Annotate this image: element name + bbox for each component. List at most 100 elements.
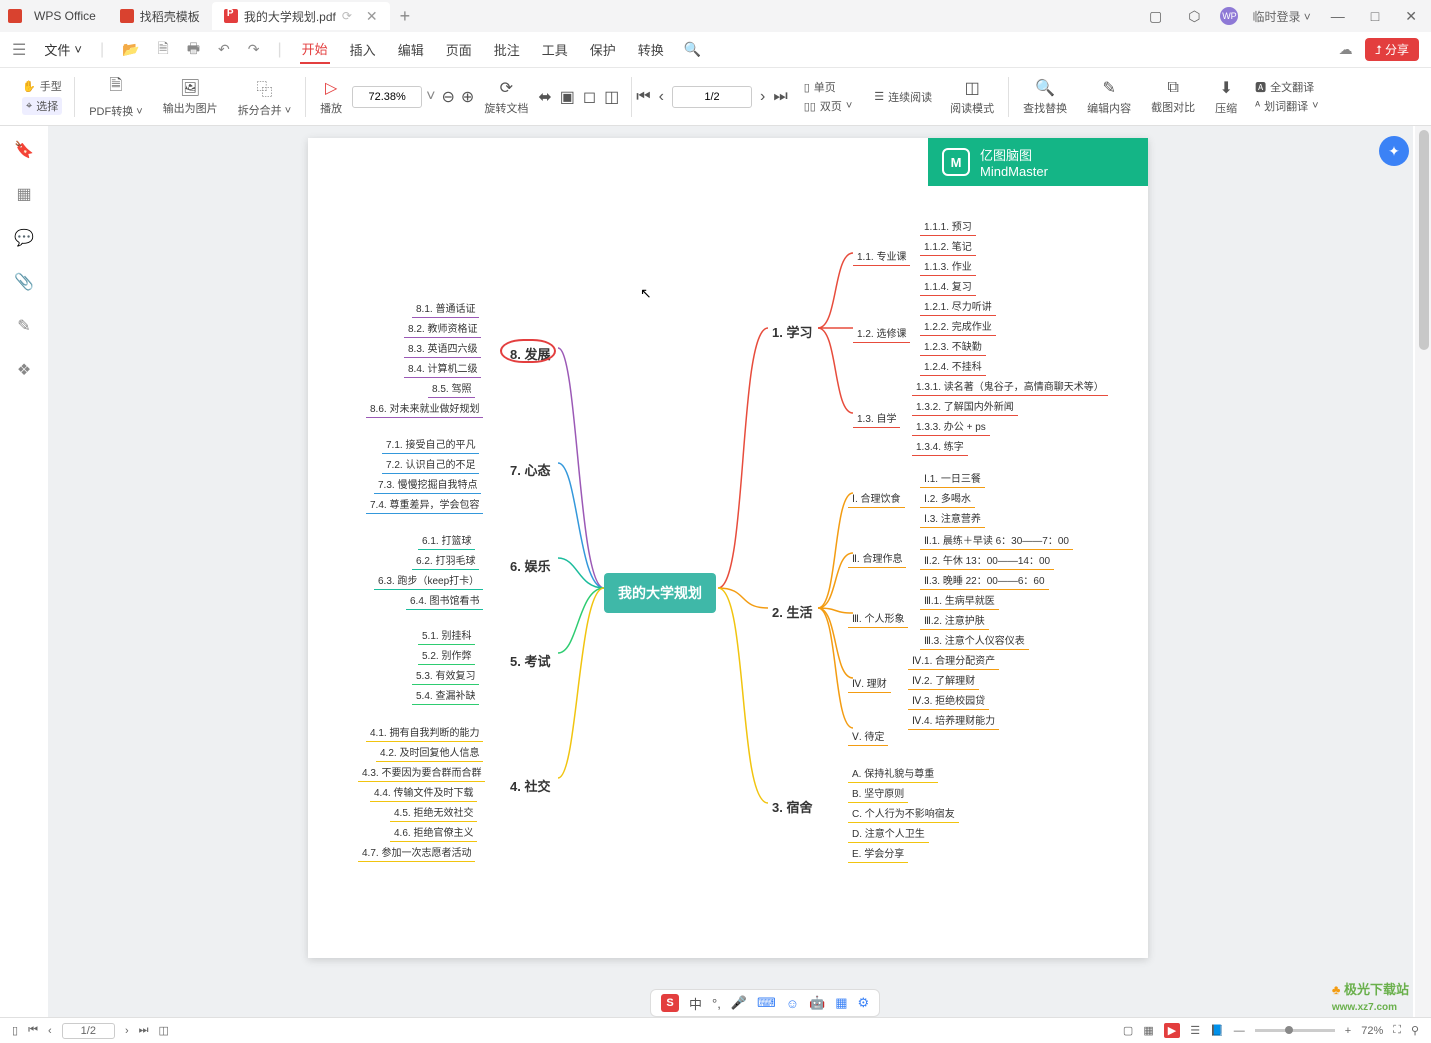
undo-icon[interactable]: ↶ (218, 41, 230, 58)
hamburger-icon[interactable]: ☰ (12, 40, 26, 60)
actual-size-icon[interactable]: ◻ (583, 87, 596, 107)
prev-page-icon[interactable]: ‹ (659, 88, 664, 106)
thumbnail-icon[interactable]: ▦ (16, 184, 31, 204)
hand-tool[interactable]: ✋ 手型 (22, 78, 62, 94)
status-book-icon[interactable]: ◫ (159, 1024, 169, 1037)
export-image-button[interactable]: 🖼输出为图片 (153, 78, 228, 116)
rotate-button[interactable]: ⟳旋转文档 (474, 78, 538, 116)
status-last-page[interactable]: ⏭ (139, 1024, 149, 1037)
floating-assistant-icon[interactable]: ✦ (1379, 136, 1409, 166)
sidebar-toggle-icon[interactable]: ▯ (12, 1024, 18, 1037)
status-page-indicator[interactable]: 1/2 (62, 1023, 115, 1039)
edit-content-button[interactable]: ✎编辑内容 (1077, 78, 1141, 116)
save-icon[interactable]: 🗎 (158, 38, 169, 62)
tab-page[interactable]: 页面 (444, 36, 474, 63)
attachment-icon[interactable]: 📎 (14, 272, 34, 292)
ime-punct-icon[interactable]: °, (712, 996, 721, 1011)
ime-robot-icon[interactable]: 🤖 (809, 995, 825, 1011)
redo-icon[interactable]: ↷ (248, 41, 260, 58)
continuous-read-button[interactable]: ☰ 连续阅读 (874, 89, 932, 105)
close-tab-icon[interactable]: ✕ (366, 8, 378, 25)
leaf: 4.1. 拥有自我判断的能力 (366, 722, 483, 742)
layout-icon[interactable]: ▢ (1143, 8, 1168, 25)
zoom-out-icon[interactable]: ⊖ (442, 87, 455, 107)
ime-grid-icon[interactable]: ▦ (835, 995, 847, 1011)
play-button[interactable]: ▷播放 (310, 78, 352, 116)
status-fit-icon[interactable]: ⛶ (1393, 1024, 1401, 1037)
zoom-input[interactable] (352, 86, 422, 108)
avatar[interactable]: WP (1220, 7, 1238, 25)
tab-annotate[interactable]: 批注 (492, 36, 522, 63)
tab-edit[interactable]: 编辑 (396, 36, 426, 63)
ime-lang[interactable]: 中 (689, 994, 702, 1013)
cloud-icon[interactable]: ☁ (1339, 41, 1353, 58)
ime-keyboard-icon[interactable]: ⌨ (757, 995, 776, 1011)
tab-convert[interactable]: 转换 (636, 36, 666, 63)
vertical-scrollbar[interactable] (1415, 126, 1431, 1017)
compress-button[interactable]: ⬇压缩 (1205, 78, 1247, 116)
print-icon[interactable]: 🖶 (187, 38, 200, 62)
ime-gear-icon[interactable]: ⚙ (858, 995, 870, 1011)
window-minimize[interactable]: — (1325, 8, 1351, 24)
pencil-icon[interactable]: ✎ (17, 316, 30, 336)
window-maximize[interactable]: □ (1365, 8, 1385, 24)
tab-protect[interactable]: 保护 (588, 36, 618, 63)
select-tool[interactable]: ⌖ 选择 (22, 97, 62, 115)
tab-template[interactable]: 找稻壳模板 (108, 2, 212, 30)
split-merge-button[interactable]: ⿻拆分合并 ˅ (228, 76, 301, 118)
status-view1-icon[interactable]: ▢ (1123, 1024, 1133, 1037)
fit-page-icon[interactable]: ▣ (560, 87, 575, 107)
tab-active-doc[interactable]: 我的大学规划.pdf⟳✕ (212, 2, 390, 30)
scrollbar-thumb[interactable] (1419, 130, 1429, 350)
status-view4-icon[interactable]: 📘 (1210, 1024, 1224, 1037)
cube-icon[interactable]: ⬡ (1182, 8, 1206, 25)
read-mode-button[interactable]: ◫阅读模式 (940, 78, 1004, 116)
last-page-icon[interactable]: ⏭ (773, 88, 787, 106)
leaf: Ⅳ.2. 了解理财 (908, 670, 979, 690)
fit-width-icon[interactable]: ⬌ (538, 87, 551, 107)
add-tab-button[interactable]: + (390, 6, 421, 27)
full-translate-button[interactable]: 🅰 全文翻译 (1255, 79, 1318, 95)
find-replace-button[interactable]: 🔍查找替换 (1013, 78, 1077, 116)
first-page-icon[interactable]: ⏮ (636, 88, 650, 106)
ime-mic-icon[interactable]: 🎤 (731, 995, 747, 1011)
status-view2-icon[interactable]: ▦ (1143, 1024, 1153, 1037)
share-button[interactable]: ⮥ 分享 (1365, 38, 1419, 61)
open-icon[interactable]: 📂 (122, 41, 139, 58)
status-zoom-in[interactable]: + (1345, 1025, 1351, 1037)
status-zoom-slider[interactable] (1255, 1029, 1335, 1032)
single-page-button[interactable]: ▯ 单页 (804, 79, 853, 95)
canvas-area[interactable]: M 亿图脑图MindMaster (48, 126, 1413, 1017)
layers-icon[interactable]: ❖ (17, 360, 31, 380)
status-more-icon[interactable]: ⚲ (1411, 1024, 1419, 1037)
page-input[interactable] (672, 86, 752, 108)
word-translate-button[interactable]: ᴬ 划词翻译 ˅ (1255, 98, 1318, 114)
login-status[interactable]: 临时登录 ˅ (1252, 8, 1310, 25)
zoom-dropdown[interactable]: ˅ (426, 88, 435, 106)
status-next-page[interactable]: › (125, 1025, 129, 1037)
zoom-in-icon[interactable]: ⊕ (461, 87, 474, 107)
status-prev-page[interactable]: ‹ (48, 1025, 52, 1037)
status-first-page[interactable]: ⏮ (28, 1024, 38, 1037)
bookmark-icon[interactable]: 🔖 (14, 140, 34, 160)
pdf-convert-button[interactable]: 🗎PDF转换 ˅ (79, 74, 152, 119)
pin-icon[interactable]: ⟳ (342, 9, 352, 23)
file-menu[interactable]: 文件 ˅ (44, 40, 82, 59)
leaf: 1.2.3. 不缺勤 (920, 336, 986, 356)
status-play-icon[interactable]: ▶ (1164, 1023, 1180, 1038)
next-page-icon[interactable]: › (760, 88, 765, 106)
comment-icon[interactable]: 💬 (14, 228, 34, 248)
tab-insert[interactable]: 插入 (348, 36, 378, 63)
tab-start[interactable]: 开始 (300, 35, 330, 64)
tab-wps-home[interactable]: WPS Office (22, 2, 108, 30)
status-zoom-out[interactable]: — (1234, 1025, 1245, 1037)
status-view3-icon[interactable]: ☰ (1190, 1024, 1200, 1037)
double-page-button[interactable]: ▯▯ 双页 ˅ (804, 98, 853, 114)
screenshot-compare-button[interactable]: ⧉截图对比 (1141, 79, 1205, 115)
zoom-area-icon[interactable]: ◫ (604, 87, 619, 107)
window-close[interactable]: ✕ (1399, 8, 1423, 25)
search-icon[interactable]: 🔍 (684, 41, 701, 58)
tab-tools[interactable]: 工具 (540, 36, 570, 63)
ime-toolbar[interactable]: S 中 °, 🎤 ⌨ ☺ 🤖 ▦ ⚙ (650, 989, 880, 1017)
ime-face-icon[interactable]: ☺ (786, 996, 799, 1011)
